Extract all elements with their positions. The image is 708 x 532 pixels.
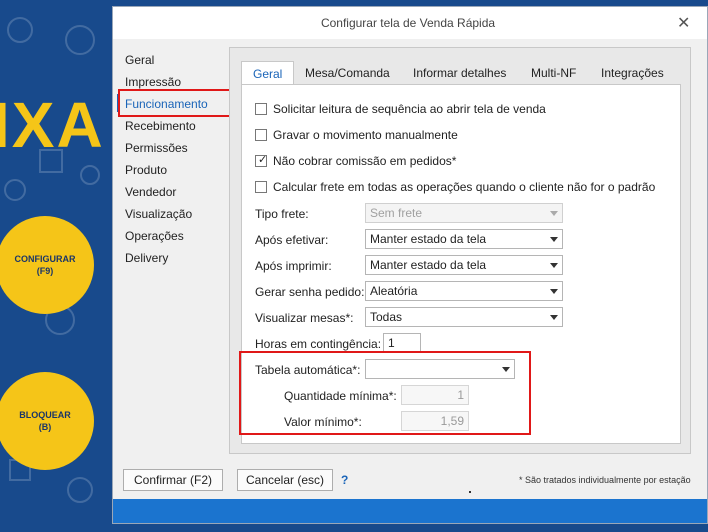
resize-dot bbox=[469, 491, 471, 493]
horas-contingencia-input[interactable] bbox=[383, 333, 421, 353]
dialog-title: Configurar tela de Venda Rápida bbox=[320, 16, 496, 30]
lock-shortcut: (B) bbox=[38, 422, 52, 432]
help-icon[interactable]: ? bbox=[341, 473, 348, 487]
horas-contingencia-label: Horas em contingência: bbox=[255, 337, 382, 351]
checkbox-label: Não cobrar comissão em pedidos* bbox=[273, 154, 457, 168]
highlight-box-sidebar bbox=[118, 89, 246, 117]
sidebar-item-permissoes[interactable]: Permissões bbox=[125, 141, 188, 155]
tab-geral[interactable]: Geral bbox=[241, 61, 295, 85]
configure-shortcut: (F9) bbox=[36, 266, 54, 276]
visualizar-mesas-select[interactable]: Todas bbox=[365, 307, 563, 327]
chevron-down-icon bbox=[550, 211, 558, 216]
highlight-box-tabela bbox=[239, 351, 531, 435]
confirm-button[interactable]: Confirmar (F2) bbox=[123, 469, 223, 491]
tab-mesa-comanda[interactable]: Mesa/Comanda bbox=[305, 61, 390, 85]
chevron-down-icon bbox=[550, 237, 558, 242]
chevron-down-icon bbox=[550, 315, 558, 320]
checkbox-nao-cobrar-comissao[interactable]: ✓ bbox=[255, 153, 268, 167]
footnote: * São tratados individualmente por estaç… bbox=[519, 475, 691, 485]
configure-label: CONFIGURAR bbox=[14, 254, 76, 264]
checkbox-label: Calcular frete em todas as operações qua… bbox=[273, 180, 656, 194]
apos-efetivar-select[interactable]: Manter estado da tela bbox=[365, 229, 563, 249]
apos-imprimir-select[interactable]: Manter estado da tela bbox=[365, 255, 563, 275]
sidebar-item-delivery[interactable]: Delivery bbox=[125, 251, 168, 265]
apos-efetivar-value: Manter estado da tela bbox=[370, 232, 487, 246]
chevron-down-icon bbox=[550, 263, 558, 268]
gerar-senha-label: Gerar senha pedido: bbox=[255, 285, 365, 299]
gerar-senha-value: Aleatória bbox=[370, 284, 418, 298]
tab-integracoes[interactable]: Integrações bbox=[601, 61, 664, 85]
configure-button[interactable]: CONFIGURAR (F9) bbox=[0, 216, 94, 314]
tipo-frete-select: Sem frete bbox=[365, 203, 563, 223]
background-brand-text: IXA bbox=[0, 89, 105, 161]
sidebar-item-recebimento[interactable]: Recebimento bbox=[125, 119, 196, 133]
tipo-frete-value: Sem frete bbox=[370, 206, 423, 220]
tab-informar-detalhes[interactable]: Informar detalhes bbox=[413, 61, 506, 85]
sidebar-item-visualizacao[interactable]: Visualização bbox=[125, 207, 192, 221]
cancel-button[interactable]: Cancelar (esc) bbox=[237, 469, 333, 491]
sidebar-item-geral[interactable]: Geral bbox=[125, 53, 154, 67]
status-bar bbox=[113, 499, 707, 523]
checkbox-label: Gravar o movimento manualmente bbox=[273, 128, 458, 142]
checkbox-calcular-frete[interactable] bbox=[255, 181, 267, 193]
tipo-frete-label: Tipo frete: bbox=[255, 207, 309, 221]
sidebar-item-vendedor[interactable]: Vendedor bbox=[125, 185, 176, 199]
apos-imprimir-label: Após imprimir: bbox=[255, 259, 332, 273]
sidebar-item-operacoes[interactable]: Operações bbox=[125, 229, 184, 243]
apos-imprimir-value: Manter estado da tela bbox=[370, 258, 487, 272]
settings-dialog: Configurar tela de Venda Rápida ✕ Geral … bbox=[112, 6, 708, 524]
checkbox-leitura-sequencia[interactable] bbox=[255, 103, 267, 115]
checkbox-gravar-movimento[interactable] bbox=[255, 129, 267, 141]
visualizar-mesas-label: Visualizar mesas*: bbox=[255, 311, 354, 325]
gerar-senha-select[interactable]: Aleatória bbox=[365, 281, 563, 301]
lock-label: BLOQUEAR bbox=[19, 410, 71, 420]
lock-button[interactable]: BLOQUEAR (B) bbox=[0, 372, 94, 470]
visualizar-mesas-value: Todas bbox=[370, 310, 403, 324]
chevron-down-icon bbox=[550, 289, 558, 294]
apos-efetivar-label: Após efetivar: bbox=[255, 233, 329, 247]
dialog-titlebar: Configurar tela de Venda Rápida ✕ bbox=[113, 7, 707, 39]
tab-multi-nf[interactable]: Multi-NF bbox=[531, 61, 576, 85]
checkbox-label: Solicitar leitura de sequência ao abrir … bbox=[273, 102, 546, 116]
close-icon[interactable]: ✕ bbox=[677, 13, 690, 32]
sidebar-item-produto[interactable]: Produto bbox=[125, 163, 167, 177]
checkmark-icon: ✓ bbox=[258, 153, 268, 166]
sidebar-item-impressao[interactable]: Impressão bbox=[125, 75, 181, 89]
